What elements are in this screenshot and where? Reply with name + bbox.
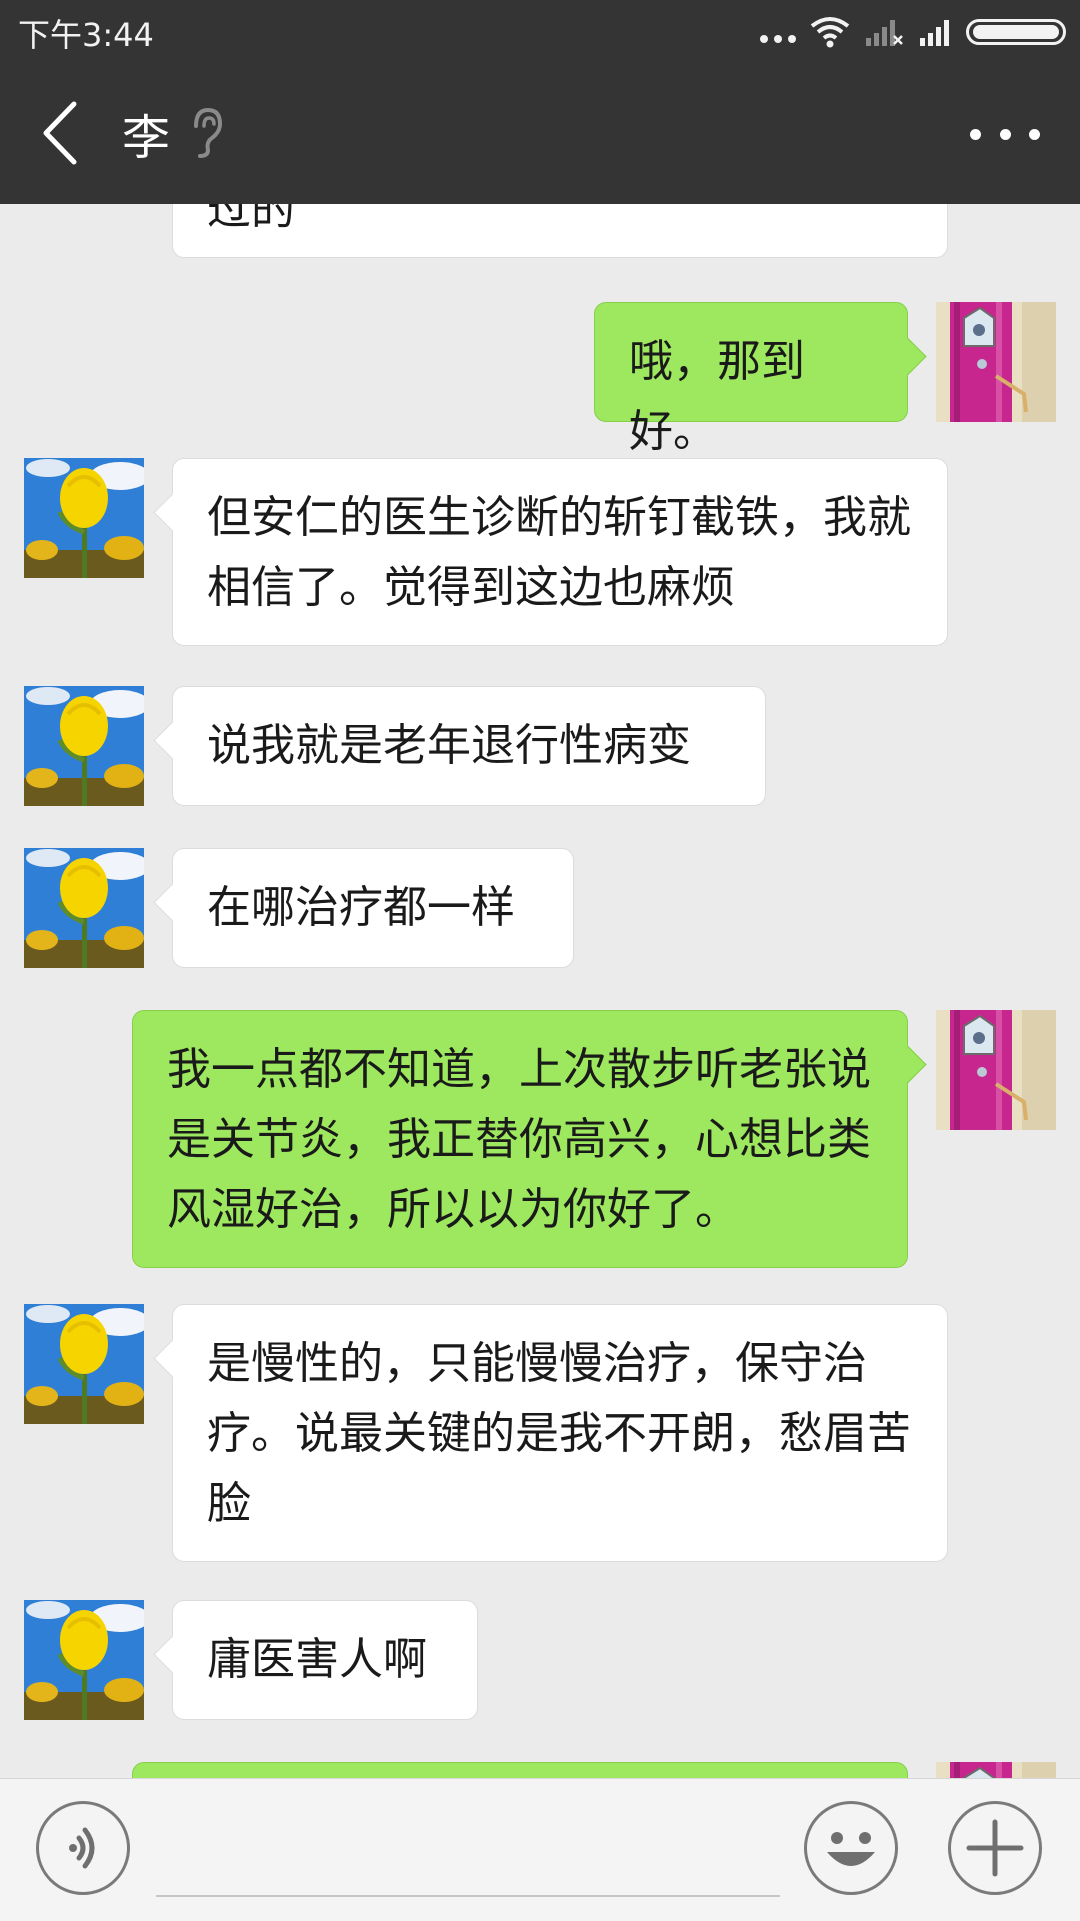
avatar-me-image xyxy=(936,1762,1056,1778)
avatar-contact-image xyxy=(24,1304,144,1424)
notification-dots-icon xyxy=(760,21,796,43)
message-text: 是慢性的，只能慢慢治疗，保守治疗。说最关键的是我不开朗，愁眉苦脸 xyxy=(207,1338,911,1529)
avatar-me[interactable] xyxy=(936,1010,1056,1130)
input-bar xyxy=(0,1778,1080,1921)
message-bubble[interactable]: 庸医害人啊 xyxy=(172,1600,478,1720)
plus-button[interactable] xyxy=(948,1801,1042,1895)
status-icons xyxy=(760,14,1066,50)
message-list[interactable]: 过的 哦，那到好。 但安仁的医生诊断的斩钉截铁，我就相信了。觉得到这边也麻烦 说… xyxy=(0,204,1080,1778)
avatar-contact-image xyxy=(24,1600,144,1720)
voice-button[interactable] xyxy=(36,1801,130,1895)
message-text: 哦，那到好。 xyxy=(629,336,805,457)
back-button[interactable] xyxy=(36,98,86,168)
message-text: 说我就是老年退行性病变 xyxy=(207,720,691,771)
message-text: 但安仁的医生诊断的斩钉截铁，我就相信了。觉得到这边也麻烦 xyxy=(207,492,911,613)
message-bubble[interactable]: 但安仁的医生诊断的斩钉截铁，我就相信了。觉得到这边也麻烦 xyxy=(172,458,948,646)
message-bubble[interactable]: 哦，那到好。 xyxy=(594,302,908,457)
avatar-contact[interactable] xyxy=(24,458,144,578)
signal-no-service-icon xyxy=(866,20,903,46)
avatar-contact-image xyxy=(24,686,144,806)
ear-icon xyxy=(194,107,223,158)
message-text: 我一点都不知道，上次散步听老张说是关节炎，我正替你高兴，心想比类风湿好治，所以以… xyxy=(167,1044,871,1235)
more-button[interactable] xyxy=(970,122,1040,146)
avatar-contact-image xyxy=(24,848,144,968)
wifi-icon xyxy=(810,17,850,48)
emoji-button[interactable] xyxy=(804,1801,898,1895)
emoji-icon xyxy=(827,1832,875,1866)
battery-icon xyxy=(966,19,1066,45)
chat-header: 李 xyxy=(0,62,1080,204)
message-input[interactable] xyxy=(156,1805,780,1897)
avatar-contact[interactable] xyxy=(24,1304,144,1424)
avatar-me[interactable] xyxy=(936,1762,1056,1778)
message-bubble[interactable] xyxy=(132,1762,908,1778)
avatar-me[interactable] xyxy=(936,302,1056,422)
message-bubble[interactable]: 是慢性的，只能慢慢治疗，保守治疗。说最关键的是我不开朗，愁眉苦脸 xyxy=(172,1304,948,1562)
plus-icon xyxy=(966,1819,1024,1877)
message-text: 在哪治疗都一样 xyxy=(207,882,515,933)
chat-title[interactable]: 李 xyxy=(122,98,170,168)
avatar-me-image xyxy=(936,1010,1056,1130)
avatar-me-image xyxy=(936,302,1056,422)
avatar-contact-image xyxy=(24,458,144,578)
status-time: 下午3:44 xyxy=(18,16,154,54)
message-bubble[interactable]: 过的 xyxy=(172,204,948,258)
signal-icon xyxy=(920,20,949,46)
message-text: 庸医害人啊 xyxy=(207,1634,427,1685)
avatar-contact[interactable] xyxy=(24,1600,144,1720)
status-bar: 下午3:44 xyxy=(0,0,1080,62)
message-text: 过的 xyxy=(207,204,295,235)
message-bubble[interactable]: 我一点都不知道，上次散步听老张说是关节炎，我正替你高兴，心想比类风湿好治，所以以… xyxy=(132,1010,908,1268)
avatar-contact[interactable] xyxy=(24,848,144,968)
message-bubble[interactable]: 说我就是老年退行性病变 xyxy=(172,686,766,806)
message-bubble[interactable]: 在哪治疗都一样 xyxy=(172,848,574,968)
voice-icon xyxy=(69,1827,95,1869)
avatar-contact[interactable] xyxy=(24,686,144,806)
